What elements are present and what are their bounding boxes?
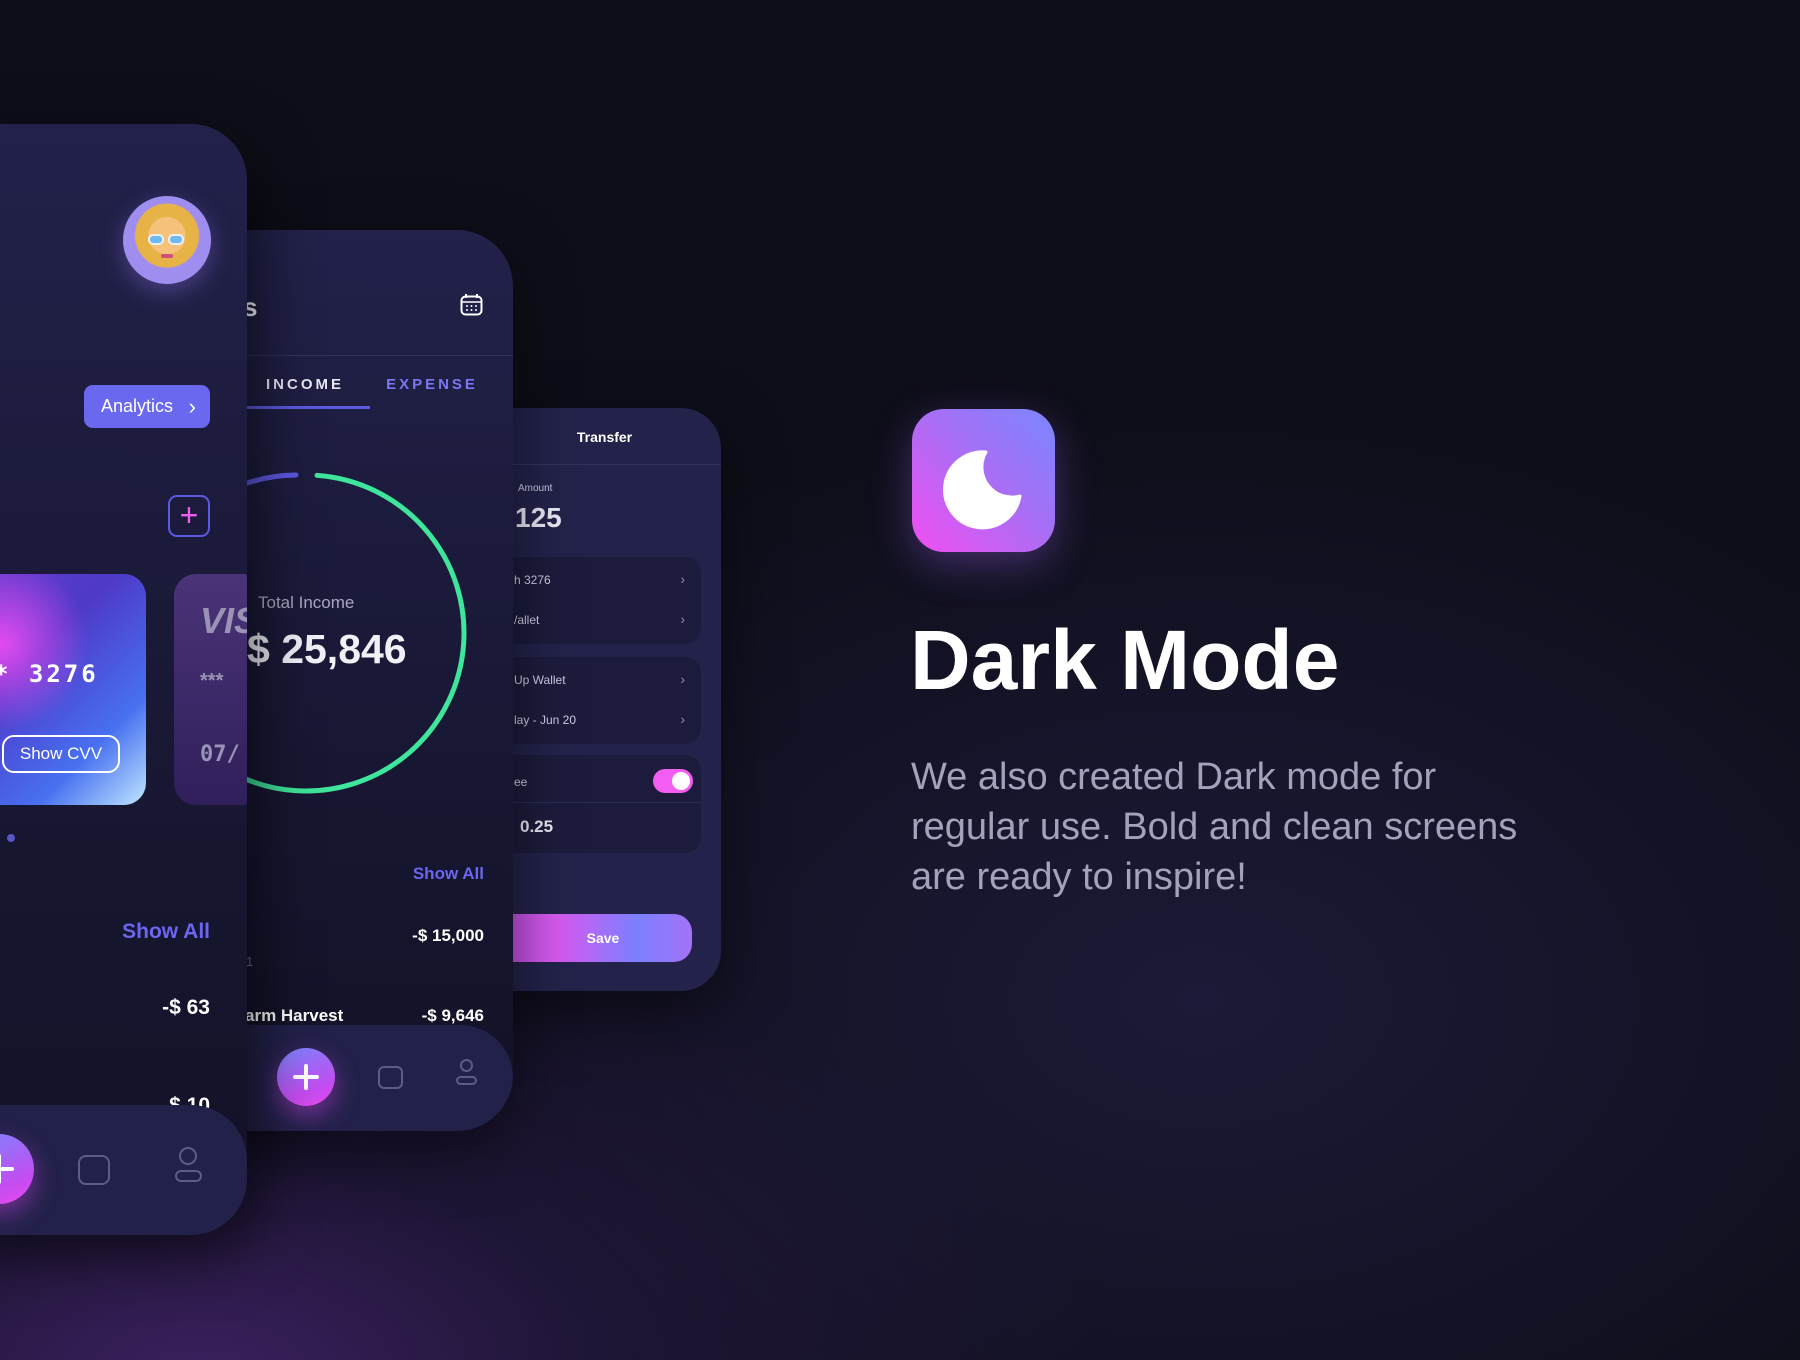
tab-underline [247,406,370,409]
fee-label: ee [514,775,528,789]
analytics-button[interactable]: Analytics › [84,385,210,428]
fee-toggle[interactable] [653,769,693,793]
bottom-nav: #p1 .fab::before{width:30px;height:4px}#… [0,1105,247,1235]
user-icon[interactable] [460,1059,473,1072]
transaction-amount: -$ 9,646 [421,1006,484,1025]
transaction-sub: 1 [246,954,254,969]
chevron-right-icon: › [680,611,685,627]
carousel-dot[interactable] [7,834,15,842]
chevron-right-icon: › [680,711,685,727]
tab-expense[interactable]: EXPENSE [380,376,484,393]
calendar-icon[interactable] [460,293,483,316]
add-card-button[interactable]: + [168,495,210,537]
show-cvv-button[interactable]: Show CVV [2,735,120,773]
user-icon[interactable] [179,1147,197,1165]
card-number: *** [200,670,224,692]
chevron-right-icon: › [680,571,685,587]
visa-logo: VIS [200,600,247,641]
bank-card[interactable]: * 3276 Show CVV [0,574,146,805]
promo-body: We also created Dark mode for regular us… [911,756,1518,898]
wallet-icon[interactable] [78,1155,110,1185]
card-expiry: 07/ [200,742,240,767]
chevron-right-icon: › [680,671,685,687]
from-account-row[interactable]: h 3276 [514,573,551,587]
transaction-amount: -$ 63 [162,996,210,1019]
total-income-label: Total Income [258,593,355,612]
wallet-icon[interactable] [378,1066,403,1089]
app-icon [912,409,1055,552]
amount-value[interactable]: 125 [515,502,562,534]
moon-icon [943,450,1022,530]
total-income-value: $ 25,846 [247,626,407,672]
transaction-amount: -$ 15,000 [412,926,484,945]
show-all-link[interactable]: Show All [413,864,484,884]
avatar[interactable] [123,196,211,284]
to-wallet-row[interactable]: /allet [514,613,539,627]
bank-card[interactable]: VIS *** 07/ [174,574,247,805]
promo-heading: Dark Mode [910,613,1340,707]
add-button[interactable]: #p1 .fab::before{width:30px;height:4px}#… [0,1134,34,1204]
add-button[interactable]: #p2 .fab::before{width:26px;height:4px}#… [277,1048,335,1106]
category-row[interactable]: Up Wallet [514,673,566,687]
amount-label: Amount [518,483,553,494]
dashboard-panel: Analytics› + * 3276 Show CVV VIS *** 07/… [0,124,247,1235]
tab-income[interactable]: INCOME [257,376,353,393]
show-all-link[interactable]: Show All [122,920,210,944]
chevron-right-icon: › [188,394,196,419]
fee-value[interactable]: 0.25 [520,817,553,837]
date-row[interactable]: lay - Jun 20 [514,713,576,727]
card-number: * 3276 [0,660,99,688]
transaction-name: arm Harvest [245,1006,344,1025]
